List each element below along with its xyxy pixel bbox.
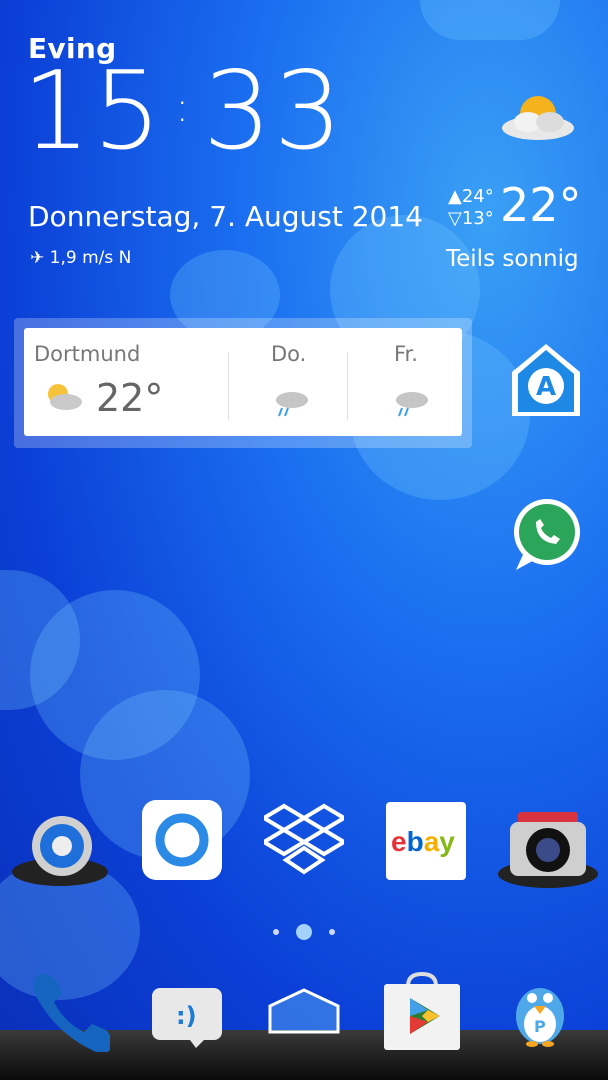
divider xyxy=(347,352,348,420)
clock-minutes: 33 xyxy=(202,49,345,174)
weather-condition: Teils sonnig xyxy=(446,246,579,272)
page-dot xyxy=(329,929,335,935)
clock-hours: 15 xyxy=(22,49,164,174)
svg-text:A: A xyxy=(536,372,556,402)
messaging-app[interactable]: :) xyxy=(150,986,224,1048)
phone-icon xyxy=(34,973,110,1052)
page-dot xyxy=(273,929,279,935)
phone-bubble-icon xyxy=(514,499,580,570)
clock-time[interactable]: 15:33 xyxy=(22,58,344,166)
ebay-icon: ebay xyxy=(391,826,455,857)
wind-speed: 1,9 m/s N xyxy=(49,248,132,268)
dropbox-icon xyxy=(264,803,344,875)
play-store-icon xyxy=(384,972,460,1050)
gear-icon xyxy=(12,816,108,886)
partly-sunny-icon xyxy=(48,384,82,410)
svg-text:ebay: ebay xyxy=(391,826,455,857)
svg-text::): :) xyxy=(176,1002,197,1030)
message-icon: :) xyxy=(152,988,222,1048)
circle-app[interactable] xyxy=(142,800,222,880)
whatsapp-app[interactable] xyxy=(510,498,584,572)
rain-cloud-icon xyxy=(396,392,428,417)
forecast-day-label: Fr. xyxy=(394,342,418,366)
page-dot-current xyxy=(296,924,312,940)
divider xyxy=(228,352,229,420)
settings-app[interactable] xyxy=(10,810,110,890)
current-temp: 22° xyxy=(500,178,582,232)
mail-at-icon: A xyxy=(512,344,580,416)
forecast-widget[interactable]: Dortmund 22° Do. Fr. xyxy=(14,318,472,448)
temp-range: ▲24° ▽13° xyxy=(448,186,494,230)
ebay-app[interactable]: ebay xyxy=(386,802,466,880)
bokeh-light xyxy=(420,0,560,40)
clock-colon: : xyxy=(175,85,191,132)
pingo-app[interactable]: P xyxy=(496,976,584,1048)
home-icon xyxy=(268,988,340,1034)
forecast-day-label: Do. xyxy=(271,342,307,366)
penguin-icon: P xyxy=(516,988,564,1047)
page-indicator[interactable] xyxy=(270,924,340,940)
temp-high: ▲24° xyxy=(448,186,494,207)
phone-app[interactable] xyxy=(26,968,110,1052)
partly-sunny-icon[interactable] xyxy=(498,92,580,152)
home-app[interactable] xyxy=(264,986,344,1036)
camera-icon xyxy=(498,812,598,888)
forecast-temp: 22° xyxy=(96,376,164,420)
svg-text:P: P xyxy=(534,1017,546,1036)
wind-info: ✈ 1,9 m/s N xyxy=(30,248,131,268)
play-store-app[interactable] xyxy=(382,972,462,1052)
clock-date[interactable]: Donnerstag, 7. August 2014 xyxy=(28,200,423,233)
aqua-mail-app[interactable]: A xyxy=(510,342,582,418)
temp-low: ▽13° xyxy=(448,208,494,229)
dropbox-app[interactable] xyxy=(264,802,344,878)
wind-icon: ✈ xyxy=(30,248,45,268)
circle-ring-icon xyxy=(155,813,209,867)
forecast-city: Dortmund xyxy=(34,342,141,366)
camera-app[interactable] xyxy=(496,806,600,890)
forecast-card[interactable]: Dortmund 22° Do. Fr. xyxy=(24,328,462,436)
rain-cloud-icon xyxy=(276,392,308,417)
